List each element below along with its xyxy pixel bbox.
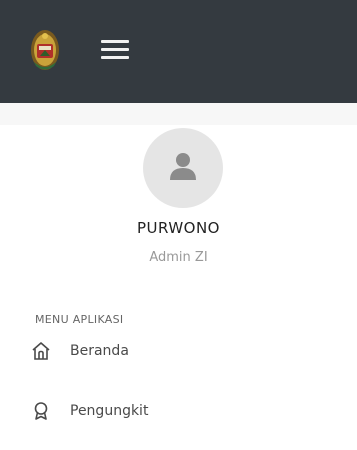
menu-heading: MENU APLIKASI [35, 313, 124, 326]
profile-strip [0, 103, 357, 125]
crest-logo-icon [31, 30, 59, 70]
home-icon [30, 340, 52, 362]
hamburger-menu-icon[interactable] [101, 38, 129, 60]
user-role: Admin ZI [149, 250, 208, 265]
award-icon [30, 400, 52, 422]
user-icon [170, 153, 196, 180]
menu-item-label: Pengungkit [70, 403, 149, 419]
menu-item-pengungkit[interactable]: Pengungkit [30, 396, 148, 426]
menu-item-label: Beranda [70, 343, 129, 359]
user-name: PURWONO [136, 219, 220, 237]
avatar [143, 128, 223, 208]
top-navbar [0, 0, 357, 103]
menu-item-beranda[interactable]: Beranda [30, 336, 129, 366]
